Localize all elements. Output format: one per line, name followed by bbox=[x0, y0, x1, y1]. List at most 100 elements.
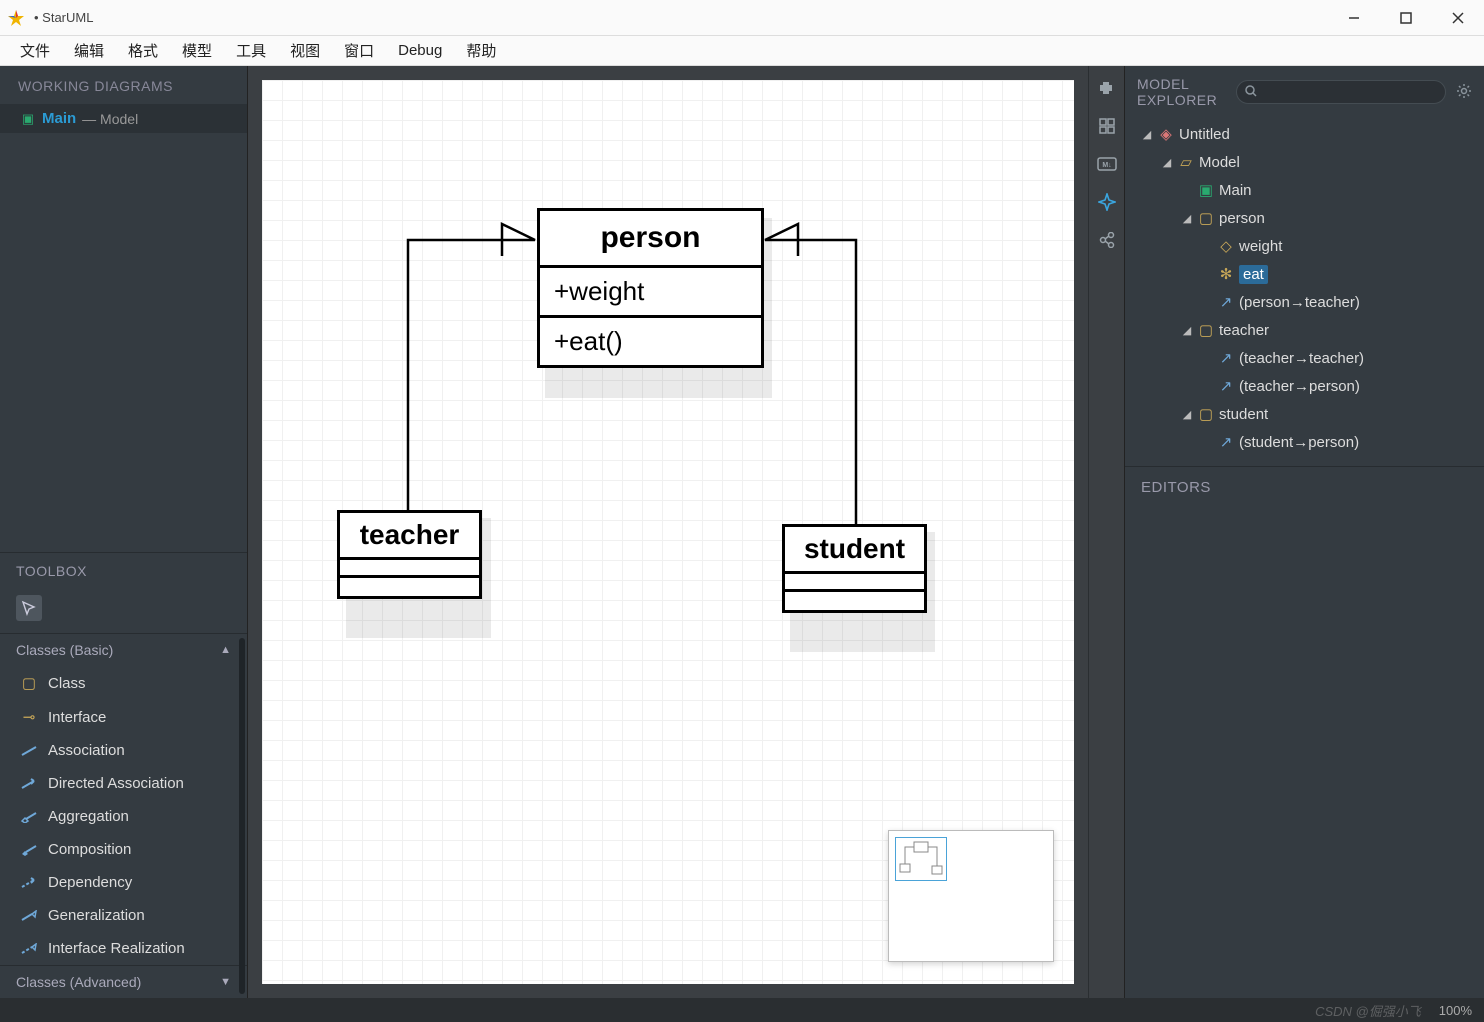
expand-icon[interactable]: ◢ bbox=[1139, 128, 1155, 141]
tree-main[interactable]: ▣ Main bbox=[1133, 176, 1476, 204]
diagram-canvas[interactable]: person +weight +eat() teacher student bbox=[262, 80, 1074, 984]
dependency-icon bbox=[18, 877, 40, 889]
aggregation-icon bbox=[18, 811, 40, 823]
working-diagram-name: Main bbox=[42, 110, 76, 127]
left-sidebar: WORKING DIAGRAMS ▣ Main — Model TOOLBOX … bbox=[0, 66, 248, 998]
class-person-name: person bbox=[540, 211, 761, 268]
tree-student-label: student bbox=[1219, 406, 1268, 423]
toolbox-section-basic[interactable]: Classes (Basic) ▲ bbox=[0, 634, 247, 666]
close-button[interactable] bbox=[1432, 0, 1484, 36]
tool-generalization[interactable]: Generalization bbox=[0, 899, 247, 932]
collapse-up-icon: ▲ bbox=[220, 644, 231, 656]
class-student[interactable]: student bbox=[782, 524, 927, 613]
selection-tool[interactable] bbox=[16, 595, 42, 621]
menubar: 文件 编辑 格式 模型 工具 视图 窗口 Debug 帮助 bbox=[0, 36, 1484, 66]
menu-window[interactable]: 窗口 bbox=[332, 36, 386, 65]
menu-help[interactable]: 帮助 bbox=[454, 36, 508, 65]
tool-dependency[interactable]: Dependency bbox=[0, 866, 247, 899]
expand-icon[interactable]: ◢ bbox=[1159, 156, 1175, 169]
tool-association[interactable]: Association bbox=[0, 734, 247, 767]
class-icon: ▢ bbox=[1195, 209, 1217, 227]
tree-person-gen-label: (person→teacher) bbox=[1239, 294, 1360, 311]
tree-model[interactable]: ◢ ▱ Model bbox=[1133, 148, 1476, 176]
menu-file[interactable]: 文件 bbox=[8, 36, 62, 65]
tool-aggregation[interactable]: Aggregation bbox=[0, 800, 247, 833]
menu-model[interactable]: 模型 bbox=[170, 36, 224, 65]
share-icon[interactable] bbox=[1095, 228, 1119, 252]
minimap[interactable] bbox=[888, 830, 1054, 962]
svg-text:M↓: M↓ bbox=[1102, 162, 1111, 169]
tree-weight[interactable]: ◇ weight bbox=[1133, 232, 1476, 260]
tree-teacher-gen1-label: (teacher→teacher) bbox=[1239, 350, 1364, 367]
expand-icon[interactable]: ◢ bbox=[1179, 324, 1195, 337]
tree-root[interactable]: ◢ ◈ Untitled bbox=[1133, 120, 1476, 148]
tool-directed-association[interactable]: Directed Association bbox=[0, 767, 247, 800]
grid-icon[interactable] bbox=[1095, 114, 1119, 138]
section-advanced-label: Classes (Advanced) bbox=[16, 974, 141, 990]
menu-format[interactable]: 格式 bbox=[116, 36, 170, 65]
tree-main-label: Main bbox=[1219, 182, 1252, 199]
attribute-icon: ◇ bbox=[1215, 237, 1237, 255]
operation-icon: ✻ bbox=[1215, 265, 1237, 283]
gear-icon[interactable] bbox=[1456, 83, 1472, 102]
model-explorer-search[interactable] bbox=[1236, 80, 1446, 104]
tree-root-label: Untitled bbox=[1179, 126, 1230, 143]
tree-eat[interactable]: ✻ eat bbox=[1133, 260, 1476, 288]
directed-association-icon bbox=[18, 778, 40, 790]
tree-teacher-gen1[interactable]: ↗ (teacher→teacher) bbox=[1133, 344, 1476, 372]
diagram-area: person +weight +eat() teacher student bbox=[248, 66, 1088, 998]
tool-class-label: Class bbox=[48, 675, 86, 692]
tree-teacher[interactable]: ◢ ▢ teacher bbox=[1133, 316, 1476, 344]
markdown-icon[interactable]: M↓ bbox=[1095, 152, 1119, 176]
model-tree: ◢ ◈ Untitled ◢ ▱ Model ▣ Main ◢ ▢ person bbox=[1125, 118, 1484, 466]
class-student-attrs bbox=[785, 574, 924, 592]
class-icon: ▢ bbox=[1195, 321, 1217, 339]
tree-weight-label: weight bbox=[1239, 238, 1282, 255]
extensions-icon[interactable] bbox=[1095, 76, 1119, 100]
navigate-icon[interactable] bbox=[1095, 190, 1119, 214]
menu-tools[interactable]: 工具 bbox=[224, 36, 278, 65]
section-basic-label: Classes (Basic) bbox=[16, 642, 113, 658]
tool-composition[interactable]: Composition bbox=[0, 833, 247, 866]
tool-interface[interactable]: ⊸ Interface bbox=[0, 700, 247, 734]
maximize-button[interactable] bbox=[1380, 0, 1432, 36]
generalization-icon: ↗ bbox=[1215, 377, 1237, 395]
titlebar: • StarUML bbox=[0, 0, 1484, 36]
tree-student[interactable]: ◢ ▢ student bbox=[1133, 400, 1476, 428]
status-bar: CSDN @倔强小飞 100% bbox=[0, 998, 1484, 1022]
class-person[interactable]: person +weight +eat() bbox=[537, 208, 764, 368]
menu-view[interactable]: 视图 bbox=[278, 36, 332, 65]
tree-eat-label: eat bbox=[1239, 265, 1268, 284]
diagram-icon: ▣ bbox=[18, 111, 38, 127]
tree-teacher-label: teacher bbox=[1219, 322, 1269, 339]
tool-class[interactable]: ▢ Class bbox=[0, 666, 247, 700]
tool-interface-realization[interactable]: Interface Realization bbox=[0, 932, 247, 965]
composition-icon bbox=[18, 844, 40, 856]
class-teacher[interactable]: teacher bbox=[337, 510, 482, 599]
working-diagram-parent: — Model bbox=[82, 111, 138, 127]
tool-directed-association-label: Directed Association bbox=[48, 775, 184, 792]
model-icon: ▱ bbox=[1175, 153, 1197, 171]
class-person-op: +eat() bbox=[540, 318, 761, 365]
menu-edit[interactable]: 编辑 bbox=[62, 36, 116, 65]
generalization-icon: ↗ bbox=[1215, 293, 1237, 311]
tree-teacher-gen2[interactable]: ↗ (teacher→person) bbox=[1133, 372, 1476, 400]
tool-aggregation-label: Aggregation bbox=[48, 808, 129, 825]
expand-icon[interactable]: ◢ bbox=[1179, 408, 1195, 421]
tool-composition-label: Composition bbox=[48, 841, 131, 858]
project-icon: ◈ bbox=[1155, 125, 1177, 143]
toolbox-section-advanced[interactable]: Classes (Advanced) ▼ bbox=[0, 965, 247, 998]
expand-icon[interactable]: ◢ bbox=[1179, 212, 1195, 225]
tree-person[interactable]: ◢ ▢ person bbox=[1133, 204, 1476, 232]
tree-student-gen[interactable]: ↗ (student→person) bbox=[1133, 428, 1476, 456]
tool-interface-realization-label: Interface Realization bbox=[48, 940, 185, 957]
tree-person-gen[interactable]: ↗ (person→teacher) bbox=[1133, 288, 1476, 316]
minimap-viewport[interactable] bbox=[895, 837, 947, 881]
zoom-level[interactable]: 100% bbox=[1439, 1003, 1472, 1018]
minimize-button[interactable] bbox=[1328, 0, 1380, 36]
tree-person-label: person bbox=[1219, 210, 1265, 227]
menu-debug[interactable]: Debug bbox=[386, 38, 454, 63]
working-diagram-main[interactable]: ▣ Main — Model bbox=[0, 104, 247, 133]
model-explorer-search-input[interactable] bbox=[1261, 85, 1437, 100]
interface-icon: ⊸ bbox=[18, 708, 40, 726]
